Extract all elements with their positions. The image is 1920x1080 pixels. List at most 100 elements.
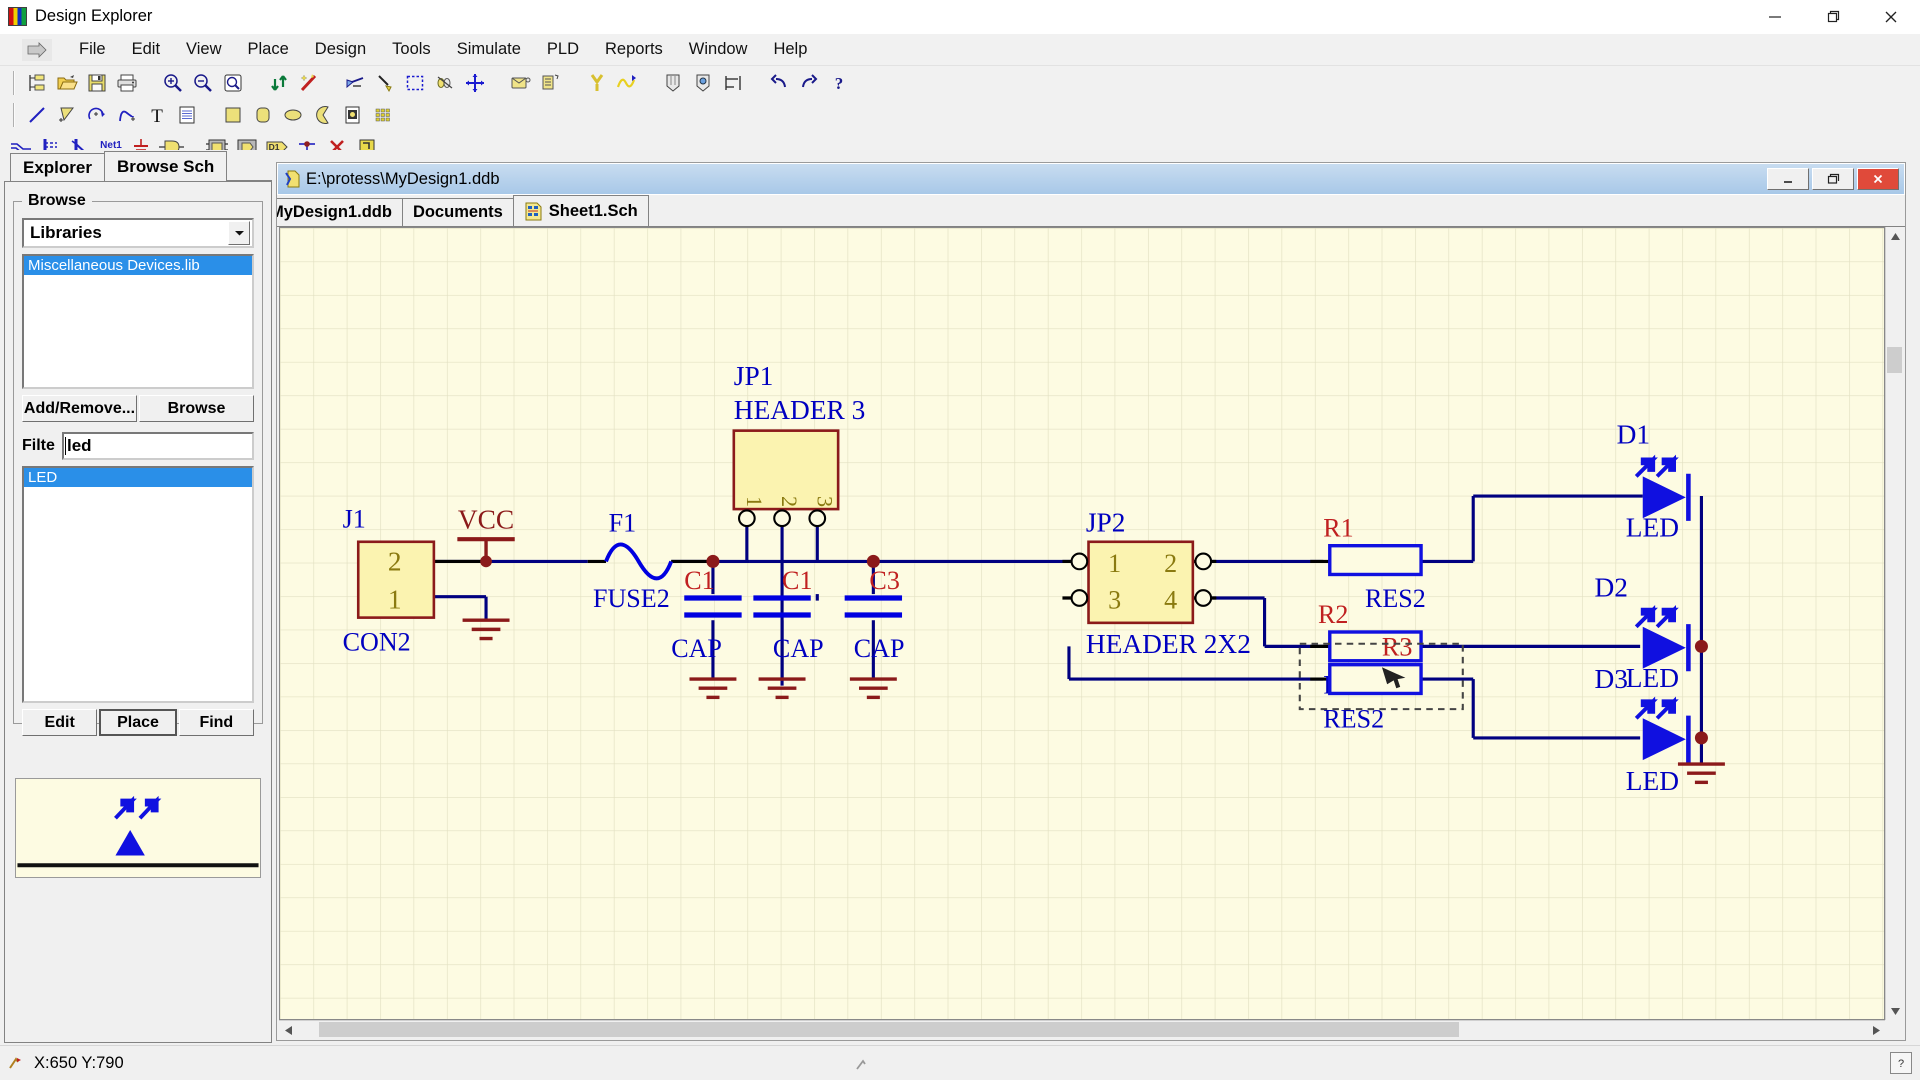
menu-edit[interactable]: Edit [119, 38, 173, 61]
down-arrow-icon[interactable] [22, 38, 52, 61]
zoom-area-icon[interactable] [218, 69, 248, 97]
svg-text:?: ? [835, 74, 844, 93]
filter-input[interactable]: led [62, 432, 254, 460]
doc-close-button[interactable] [1857, 168, 1899, 190]
move-icon[interactable] [460, 69, 490, 97]
document-window: E:\protess\MyDesign1.ddb MyDesign1.ddb D… [276, 162, 1906, 1041]
svg-text:D2: D2 [1594, 573, 1627, 603]
arc-icon[interactable] [82, 101, 112, 129]
vertical-scroll-thumb[interactable] [1887, 347, 1902, 373]
find-button[interactable]: Find [178, 709, 254, 736]
undo-icon[interactable] [764, 69, 794, 97]
svg-text:2: 2 [777, 496, 802, 507]
schematic-doc-icon [524, 202, 543, 221]
doc-restore-button[interactable] [1812, 168, 1854, 190]
menu-view[interactable]: View [173, 38, 234, 61]
pcb-update-icon[interactable] [658, 69, 688, 97]
canvas-vertical-scrollbar[interactable] [1885, 227, 1903, 1020]
scroll-right-arrow[interactable] [1867, 1021, 1885, 1039]
scrollbar-corner [1885, 1020, 1903, 1038]
close-button[interactable] [1862, 0, 1920, 34]
svg-text:LED: LED [1626, 663, 1679, 693]
browse-panel: Explorer Browse Sch Browse Libraries Mis… [4, 151, 272, 1043]
menu-design[interactable]: Design [302, 38, 379, 61]
netlist-icon[interactable] [506, 69, 536, 97]
main-area: Explorer Browse Sch Browse Libraries Mis… [0, 150, 1920, 1045]
print-icon[interactable] [112, 69, 142, 97]
schematic-drawing: J1 2 1 CON2 VCC F1 FUSE2 JP1 HEADER 3 1 … [280, 228, 1884, 1019]
erc-icon[interactable] [582, 69, 612, 97]
svg-text:CAP: CAP [671, 634, 722, 663]
simulate-icon[interactable] [612, 69, 642, 97]
ellipse-icon[interactable] [278, 101, 308, 129]
edit-label: Edit [44, 713, 75, 731]
move-selection-icon[interactable] [430, 69, 460, 97]
place-label: Place [117, 713, 159, 731]
svg-text:C3: C3 [869, 566, 899, 595]
tab-sheet1-sch[interactable]: Sheet1.Sch [512, 195, 649, 226]
schematic-canvas[interactable]: J1 2 1 CON2 VCC F1 FUSE2 JP1 HEADER 3 1 … [279, 227, 1885, 1020]
tab-browse-sch[interactable]: Browse Sch [103, 151, 228, 181]
browse-button[interactable]: Browse [139, 395, 254, 422]
menu-reports[interactable]: Reports [592, 38, 676, 61]
image-icon[interactable] [338, 101, 368, 129]
cut-wire-icon[interactable] [340, 69, 370, 97]
menu-place[interactable]: Place [235, 38, 302, 61]
libraries-listbox[interactable]: Miscellaneous Devices.lib [22, 254, 254, 389]
chevron-down-icon[interactable] [228, 221, 250, 245]
canvas-horizontal-scrollbar[interactable] [279, 1020, 1885, 1038]
save-icon[interactable] [82, 69, 112, 97]
svg-text:1: 1 [1108, 549, 1121, 578]
add-remove-button[interactable]: Add/Remove... [22, 395, 137, 422]
hierarchy-icon[interactable] [536, 69, 566, 97]
place-button[interactable]: Place [99, 709, 177, 736]
scroll-up-arrow[interactable] [1886, 227, 1904, 245]
menu-help[interactable]: Help [760, 38, 820, 61]
menu-tools[interactable]: Tools [379, 38, 444, 61]
tab-documents[interactable]: Documents [401, 198, 514, 226]
document-titlebar[interactable]: E:\protess\MyDesign1.ddb [277, 163, 1905, 195]
zoom-in-icon[interactable] [158, 69, 188, 97]
wand-icon[interactable] [294, 69, 324, 97]
svg-text:J1: J1 [343, 504, 366, 533]
scroll-down-arrow[interactable] [1886, 1002, 1904, 1020]
documents-icon[interactable] [22, 69, 52, 97]
svg-text:VCC: VCC [458, 505, 514, 535]
pcb-sync-icon[interactable] [688, 69, 718, 97]
annotate-icon[interactable] [718, 69, 748, 97]
pie-chart-icon[interactable] [308, 101, 338, 129]
browse-scope-combo[interactable]: Libraries [22, 218, 254, 248]
scroll-left-arrow[interactable] [279, 1021, 297, 1039]
maximize-button[interactable] [1804, 0, 1862, 34]
open-folder-icon[interactable] [52, 69, 82, 97]
text-frame-icon[interactable] [172, 101, 202, 129]
zoom-out-icon[interactable] [188, 69, 218, 97]
components-listbox[interactable]: LED [22, 466, 254, 703]
rectangle-icon[interactable] [218, 101, 248, 129]
menu-pld[interactable]: PLD [534, 38, 592, 61]
horizontal-scroll-thumb[interactable] [319, 1022, 1459, 1037]
menu-simulate[interactable]: Simulate [444, 38, 534, 61]
help-question-icon[interactable]: ? [824, 69, 854, 97]
list-item[interactable]: LED [24, 468, 252, 487]
text-icon[interactable]: T [142, 101, 172, 129]
round-rectangle-icon[interactable] [248, 101, 278, 129]
minimize-button[interactable] [1746, 0, 1804, 34]
tab-explorer[interactable]: Explorer [10, 153, 105, 181]
tab-mydesign1-ddb[interactable]: MyDesign1.ddb [277, 198, 403, 226]
edit-button[interactable]: Edit [22, 709, 98, 736]
pointer-icon[interactable] [370, 69, 400, 97]
polygon-icon[interactable] [52, 101, 82, 129]
bezier-icon[interactable] [112, 101, 142, 129]
svg-text:F1: F1 [609, 508, 637, 537]
help-icon[interactable]: ? [1890, 1052, 1912, 1074]
up-down-arrows-icon[interactable] [264, 69, 294, 97]
list-item[interactable]: Miscellaneous Devices.lib [24, 256, 252, 275]
redo-icon[interactable] [794, 69, 824, 97]
array-icon[interactable] [368, 101, 398, 129]
doc-minimize-button[interactable] [1767, 168, 1809, 190]
menu-file[interactable]: File [66, 38, 119, 61]
select-area-icon[interactable] [400, 69, 430, 97]
menu-window[interactable]: Window [676, 38, 761, 61]
line-icon[interactable] [22, 101, 52, 129]
